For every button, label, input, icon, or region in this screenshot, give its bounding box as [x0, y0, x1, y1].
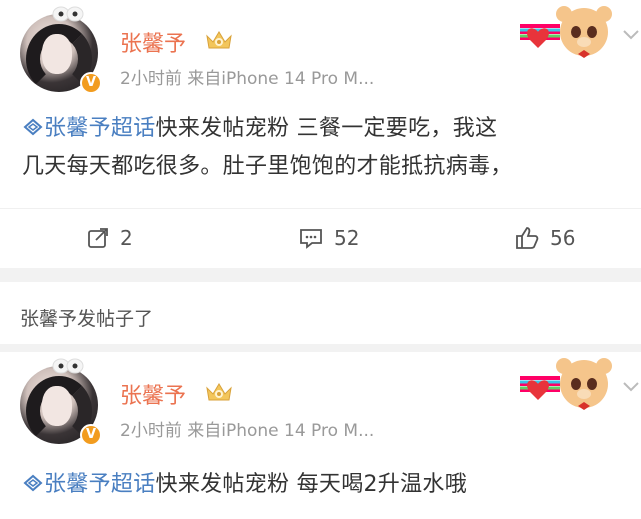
post-content: 张馨予超话快来发帖宠粉 每天喝2升温水哦: [22, 466, 467, 504]
divider: [0, 344, 641, 352]
action-bar: 2 52 56: [0, 208, 641, 268]
crown-badge-icon: [206, 383, 232, 401]
chevron-down-icon[interactable]: [622, 380, 640, 394]
bow-icon: [52, 358, 84, 374]
like-count: 56: [550, 226, 576, 250]
notice-bar: 张馨予发帖子了: [0, 282, 641, 344]
chevron-down-icon[interactable]: [622, 28, 640, 42]
post-content: 张馨予超话快来发帖宠粉 三餐一定要吃，我这 几天每天都吃很多。肚子里饱饱的才能抵…: [22, 110, 513, 186]
username[interactable]: 张馨予: [120, 26, 186, 58]
share-icon: [88, 228, 108, 248]
super-topic-link[interactable]: 张馨予超话: [44, 472, 156, 497]
bear-sticker-icon: [520, 6, 612, 58]
username[interactable]: 张馨予: [120, 378, 186, 410]
bear-sticker-icon: [520, 358, 612, 410]
super-topic-link[interactable]: 张馨予超话: [44, 116, 156, 141]
post-text-line-1: 快来发帖宠粉 每天喝2升温水哦: [155, 472, 468, 497]
weibo-post: V 张馨予 2小时前 来自iPhone 14 Pro M... 张馨予超话快来发…: [0, 0, 641, 268]
divider: [0, 268, 641, 282]
post-text-line-2: 几天每天都吃很多。肚子里饱饱的才能抵抗病毒，: [22, 154, 513, 179]
comment-count: 52: [334, 226, 360, 250]
crown-badge-icon: [206, 31, 232, 49]
share-button[interactable]: 2: [86, 223, 133, 253]
super-topic-icon: [23, 118, 43, 136]
comment-button[interactable]: 52: [298, 223, 359, 253]
bow-icon: [52, 6, 84, 22]
like-icon: [516, 227, 539, 249]
v-badge-icon: V: [80, 424, 102, 446]
post-meta: 2小时前 来自iPhone 14 Pro M...: [120, 69, 375, 89]
comment-icon: [300, 229, 322, 249]
avatar[interactable]: V: [20, 358, 102, 446]
super-topic-icon: [23, 474, 43, 492]
post-meta: 2小时前 来自iPhone 14 Pro M...: [120, 421, 375, 441]
v-badge-icon: V: [80, 72, 102, 94]
avatar[interactable]: V: [20, 6, 102, 94]
like-button[interactable]: 56: [514, 223, 575, 253]
notice-text: 张馨予发帖子了: [20, 308, 154, 330]
post-text-line-1: 快来发帖宠粉 三餐一定要吃，我这: [155, 116, 498, 141]
share-count: 2: [120, 226, 133, 250]
